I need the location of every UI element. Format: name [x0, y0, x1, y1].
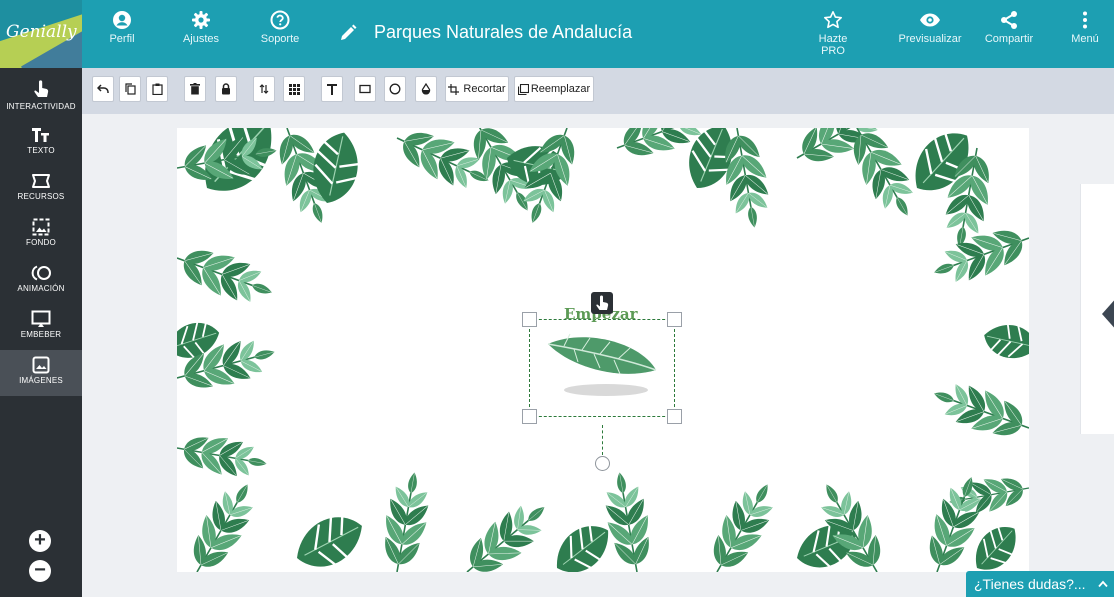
rectangle-button[interactable]	[354, 76, 376, 102]
interactivity-badge[interactable]	[591, 292, 613, 314]
image-icon	[32, 356, 50, 374]
chevron-up-icon	[1097, 580, 1108, 588]
circle-icon	[389, 83, 401, 95]
grid-icon	[288, 83, 300, 95]
sidebar-label: FONDO	[26, 238, 56, 247]
genially-logo[interactable]: Genially	[0, 0, 82, 68]
go-pro-button[interactable]: Hazte PRO	[808, 10, 858, 57]
sidebar-item-recursos[interactable]: RECURSOS	[0, 166, 82, 212]
sidebar-item-animacion[interactable]: ANIMACIÓN	[0, 258, 82, 304]
sidebar-label: RECURSOS	[17, 192, 65, 201]
menu-label: Menú	[1071, 33, 1099, 45]
fill-button[interactable]	[415, 76, 437, 102]
add-text-button[interactable]	[321, 76, 343, 102]
user-icon	[113, 11, 131, 29]
replace-label: Reemplazar	[530, 83, 591, 95]
sidebar-label: ANIMACIÓN	[17, 284, 65, 293]
background-icon	[32, 218, 50, 236]
share-button[interactable]: Compartir	[981, 10, 1037, 45]
resize-handle-top-left[interactable]	[522, 312, 537, 327]
sidebar-label: IMÁGENES	[19, 376, 63, 385]
selection-box[interactable]	[529, 319, 675, 417]
help-label: ¿Tienes dudas?...	[974, 576, 1086, 592]
paste-button[interactable]	[146, 76, 168, 102]
settings-button[interactable]: Ajustes	[177, 10, 225, 45]
top-bar: Genially Perfil Ajustes Soporte Parques …	[0, 0, 1114, 68]
leaf-image[interactable]	[544, 332, 664, 402]
crop-icon	[448, 83, 460, 95]
help-circle-icon	[270, 10, 290, 30]
more-vertical-icon	[1083, 11, 1087, 29]
resize-handle-bottom-left[interactable]	[522, 409, 537, 424]
resources-icon	[32, 174, 50, 188]
eye-icon	[920, 13, 940, 27]
crop-button[interactable]: Recortar	[445, 76, 509, 102]
lock-icon	[222, 83, 230, 95]
settings-label: Ajustes	[182, 33, 220, 45]
sidebar-item-fondo[interactable]: FONDO	[0, 212, 82, 258]
sidebar-item-imagenes[interactable]: IMÁGENES	[0, 350, 82, 396]
support-label: Soporte	[260, 33, 300, 45]
sidebar-label: TEXTO	[27, 146, 55, 155]
replace-button[interactable]: Reemplazar	[514, 76, 594, 102]
left-sidebar: INTERACTIVIDAD TEXTO RECURSOS FONDO ANIM…	[0, 68, 82, 597]
zoom-out-button[interactable]: −	[29, 560, 51, 582]
sidebar-label: INTERACTIVIDAD	[6, 102, 76, 111]
hand-pointer-icon	[34, 80, 49, 97]
gear-icon	[192, 11, 210, 29]
text-t-icon	[327, 83, 337, 95]
text-icon	[32, 128, 49, 142]
share-label: Compartir	[984, 33, 1034, 45]
rotation-handle[interactable]	[595, 456, 610, 471]
animation-icon	[31, 265, 51, 281]
sidebar-item-embeber[interactable]: EMBEBER	[0, 304, 82, 350]
hand-pointer-icon	[596, 295, 609, 310]
trash-icon	[190, 83, 200, 95]
logo-text: Genially	[6, 22, 77, 42]
delete-button[interactable]	[184, 76, 206, 102]
order-button[interactable]	[253, 76, 275, 102]
arrange-icon	[259, 84, 269, 94]
sidebar-label: EMBEBER	[20, 330, 62, 339]
pencil-icon[interactable]	[338, 23, 358, 43]
undo-button[interactable]	[92, 76, 114, 102]
help-chat-button[interactable]: ¿Tienes dudas?...	[966, 571, 1114, 597]
element-toolbar: Recortar Reemplazar	[82, 68, 1114, 114]
fill-drop-icon	[421, 83, 431, 95]
embed-icon	[31, 310, 51, 327]
zoom-in-button[interactable]: +	[29, 530, 51, 552]
undo-icon	[97, 84, 109, 93]
clipboard-icon	[151, 83, 163, 95]
replace-image-icon	[517, 83, 529, 95]
document-title[interactable]: Parques Naturales de Andalucía	[374, 22, 632, 43]
star-icon	[824, 11, 842, 29]
rectangle-icon	[359, 84, 371, 94]
panel-toggle-icon[interactable]	[1098, 296, 1114, 332]
align-button[interactable]	[283, 76, 305, 102]
copy-icon	[124, 83, 136, 95]
lock-button[interactable]	[215, 76, 237, 102]
crop-label: Recortar	[463, 83, 506, 95]
sidebar-item-interactividad[interactable]: INTERACTIVIDAD	[0, 74, 82, 120]
go-pro-label: Hazte PRO	[818, 33, 848, 57]
menu-button[interactable]: Menú	[1068, 10, 1102, 45]
preview-button[interactable]: Previsualizar	[896, 10, 964, 45]
share-icon	[1001, 11, 1017, 29]
sidebar-item-texto[interactable]: TEXTO	[0, 120, 82, 166]
rotation-guide	[602, 425, 603, 455]
resize-handle-bottom-right[interactable]	[667, 409, 682, 424]
profile-button[interactable]: Perfil	[104, 10, 140, 45]
profile-label: Perfil	[109, 33, 135, 45]
circle-button[interactable]	[384, 76, 406, 102]
support-button[interactable]: Soporte	[258, 10, 302, 45]
preview-label: Previsualizar	[898, 33, 962, 45]
copy-button[interactable]	[119, 76, 141, 102]
resize-handle-top-right[interactable]	[667, 312, 682, 327]
